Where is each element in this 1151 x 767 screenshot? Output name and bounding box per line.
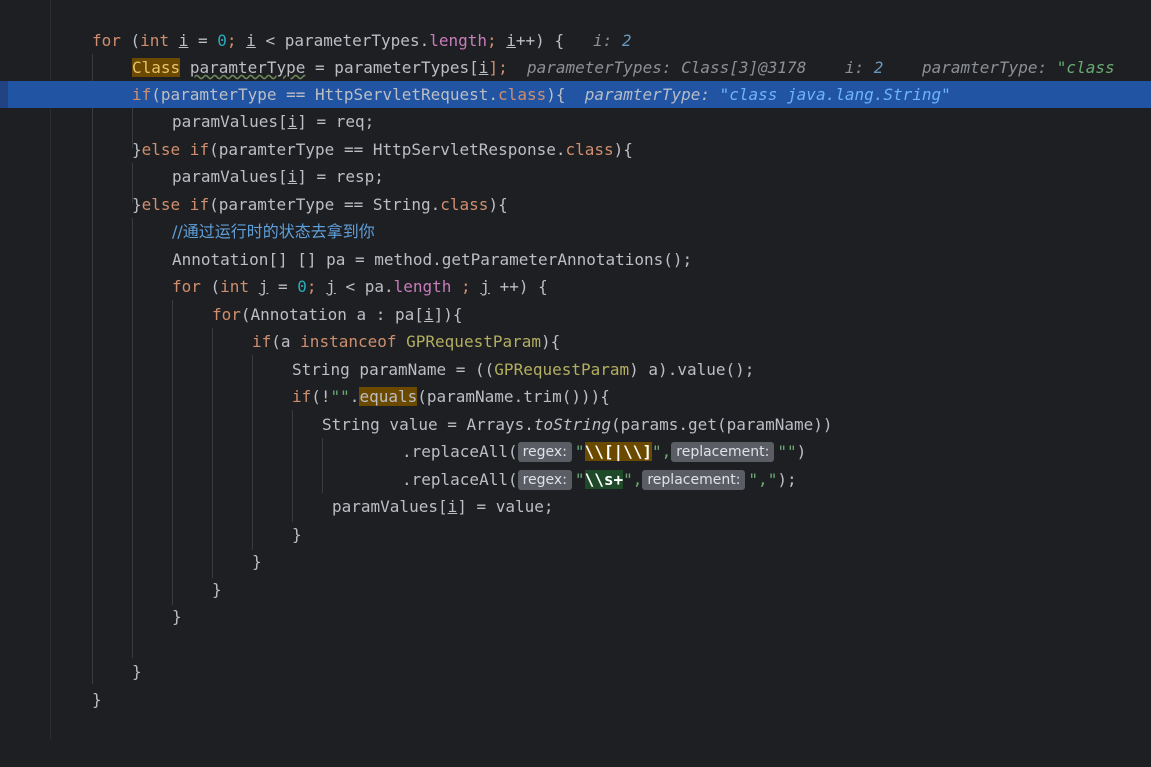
code-line-16[interactable]: .replaceAll(regex: "\\[|\\]", replacement:… (0, 438, 1151, 465)
closing-brace: } (292, 525, 302, 544)
execution-marker (0, 81, 8, 108)
keyword: class (498, 85, 547, 104)
code-line-5[interactable]: }else if(paramterType == HttpServletResp… (0, 136, 1151, 163)
code-text: (paramterType == HttpServletRequest. (151, 85, 499, 104)
variable: i (478, 58, 489, 77)
code-text: ; (487, 31, 507, 50)
keyword: if (132, 85, 152, 104)
code-line-19[interactable]: } (0, 521, 1151, 548)
regex-highlight: \\[|\\] (584, 442, 652, 461)
code-text: ; (226, 31, 247, 50)
code-line-2[interactable]: Class paramterType = parameterTypes[i]; … (0, 54, 1151, 81)
code-line-6[interactable]: paramValues[i] = resp; (0, 163, 1151, 190)
type-usage-highlight: Class (132, 58, 181, 77)
variable: i (178, 31, 189, 50)
code-text: Annotation[] [] pa = method.getParameter… (172, 250, 693, 269)
field: length (429, 31, 487, 50)
code-text: < parameterTypes. (255, 31, 430, 50)
keyword: for (92, 31, 121, 50)
code-text: ]; (488, 58, 508, 77)
closing-brace: } (212, 580, 222, 599)
method-usage-highlight: equals (359, 387, 418, 406)
code-text: = parameterTypes[ (305, 58, 479, 77)
code-line-20[interactable]: } (0, 548, 1151, 575)
keyword: int (140, 31, 170, 50)
code-line-10[interactable]: for (int j = 0; j < pa.length ; j ++) { (0, 273, 1151, 300)
keyword: else if (141, 140, 210, 159)
regex-highlight: \\s+ (584, 470, 624, 489)
code-line-24[interactable]: } (0, 658, 1151, 685)
comment: // (172, 222, 183, 241)
code-editor[interactable]: for (int i = 0; i < parameterTypes.lengt… (0, 0, 1151, 739)
code-line-18[interactable]: paramValues[i] = value; (0, 493, 1151, 520)
variable: i (506, 31, 516, 50)
code-line-1[interactable]: for (int i = 0; i < parameterTypes.lengt… (0, 27, 1151, 54)
debug-inline-value: paramterType: "class java.lang.String" (584, 85, 951, 104)
number: 0 (217, 31, 227, 50)
parameter-hint-regex: regex: (517, 442, 572, 462)
code-line-22[interactable]: } (0, 603, 1151, 630)
closing-brace: } (92, 690, 102, 709)
debug-inline-value: parameterTypes: Class[3]@3178 i: 2 param… (526, 58, 1115, 77)
code-line-25[interactable]: } (0, 686, 1151, 713)
code-line-15[interactable]: String value = Arrays.toString(params.ge… (0, 411, 1151, 438)
parameter-hint-replacement: replacement: (671, 442, 775, 462)
variable: paramterType (189, 58, 306, 77)
comment: 通过运行时的状态去拿到你 (182, 222, 375, 241)
code-line-21[interactable]: } (0, 576, 1151, 603)
closing-brace: } (172, 607, 182, 626)
code-text: = (188, 31, 218, 50)
code-line-7[interactable]: }else if(paramterType == String.class){ (0, 191, 1151, 218)
closing-brace: } (132, 662, 142, 681)
code-line-9[interactable]: Annotation[] [] pa = method.getParameter… (0, 246, 1151, 273)
code-line-14[interactable]: if(!"".equals(paramName.trim())){ (0, 383, 1151, 410)
code-line-23-empty[interactable] (0, 631, 1151, 658)
code-line-13[interactable]: String paramName = ((GPRequestParam) a).… (0, 356, 1151, 383)
code-line-12[interactable]: if(a instanceof GPRequestParam){ (0, 328, 1151, 355)
variable: i (246, 31, 256, 50)
code-line-11[interactable]: for(Annotation a : pa[i]){ (0, 301, 1151, 328)
keyword: class (440, 195, 489, 214)
debug-inline-value: i: 2 (592, 31, 632, 50)
keyword: class (565, 140, 614, 159)
code-text: ){ (546, 85, 566, 104)
code-line-8-comment[interactable]: //通过运行时的状态去拿到你 (0, 218, 1151, 245)
code-line-4[interactable]: paramValues[i] = req; (0, 108, 1151, 135)
code-text: ( (120, 31, 141, 50)
code-text: ++) { (515, 31, 565, 50)
closing-brace: } (252, 552, 262, 571)
keyword: else if (141, 195, 210, 214)
parameter-hint-replacement: replacement: (642, 470, 746, 490)
code-line-17[interactable]: .replaceAll(regex: "\\s+", replacement: ","… (0, 466, 1151, 493)
parameter-hint-regex: regex: (517, 470, 572, 490)
code-line-3-current[interactable]: if(paramterType == HttpServletRequest.cl… (8, 81, 1151, 108)
